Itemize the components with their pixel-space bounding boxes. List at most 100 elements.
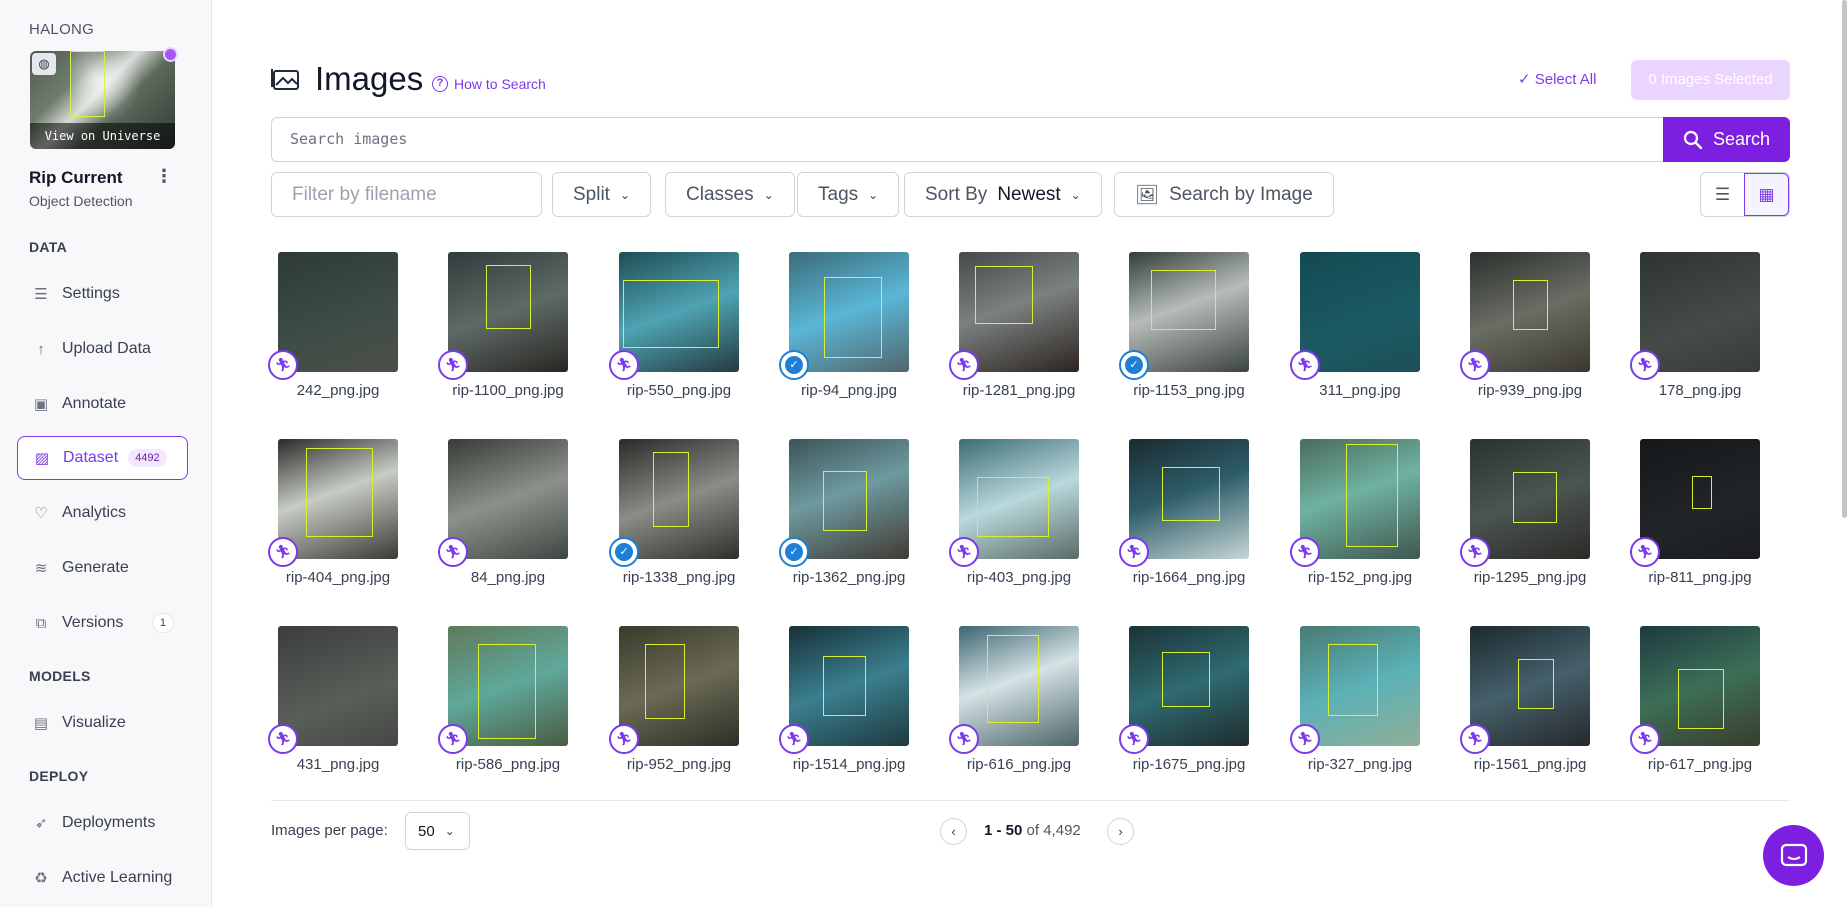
- image-tile[interactable]: 🏃︎ rip-1561_png.jpg: [1452, 626, 1602, 781]
- image-thumbnail[interactable]: [448, 252, 568, 372]
- image-thumbnail[interactable]: [1470, 439, 1590, 559]
- image-tile[interactable]: 🏃︎ rip-1100_png.jpg: [430, 252, 580, 407]
- image-tile[interactable]: 🏃︎ rip-152_png.jpg: [1282, 439, 1432, 594]
- image-thumbnail[interactable]: [789, 626, 909, 746]
- search-by-image-button[interactable]: 🖼 Search by Image: [1114, 172, 1334, 217]
- image-thumbnail[interactable]: [959, 626, 1079, 746]
- sort-dropdown[interactable]: Sort By Newest ⌄: [904, 172, 1102, 217]
- images-selected-button[interactable]: 0 Images Selected: [1631, 60, 1790, 100]
- bounding-box: [1346, 444, 1398, 547]
- sidebar-item-settings[interactable]: ☰ Settings: [17, 272, 188, 316]
- image-thumbnail[interactable]: [1300, 252, 1420, 372]
- chat-button[interactable]: [1763, 825, 1824, 886]
- more-vertical-icon[interactable]: ⋮: [155, 166, 173, 187]
- image-thumbnail[interactable]: [619, 439, 739, 559]
- image-thumbnail[interactable]: [959, 252, 1079, 372]
- image-thumbnail[interactable]: [1470, 252, 1590, 372]
- image-thumbnail[interactable]: [1640, 252, 1760, 372]
- image-tile[interactable]: 🏃︎ rip-550_png.jpg: [601, 252, 751, 407]
- sidebar-item-visualize[interactable]: ▤ Visualize: [17, 701, 188, 745]
- image-tile[interactable]: 🏃︎ rip-811_png.jpg: [1622, 439, 1772, 594]
- image-tile[interactable]: 🏃︎ 431_png.jpg: [260, 626, 410, 781]
- globe-icon[interactable]: ◍: [32, 53, 56, 75]
- image-tile[interactable]: 🏃︎ rip-939_png.jpg: [1452, 252, 1602, 407]
- sidebar-item-analytics[interactable]: ♡ Analytics: [17, 491, 188, 535]
- image-filename: rip-152_png.jpg: [1307, 569, 1413, 586]
- image-thumbnail[interactable]: [1129, 439, 1249, 559]
- image-tile[interactable]: 🏃︎ 242_png.jpg: [260, 252, 410, 407]
- active-learning-icon: ♻: [34, 870, 48, 887]
- image-tile[interactable]: 🏃︎ rip-1514_png.jpg: [771, 626, 921, 781]
- list-view-icon[interactable]: ☰: [1701, 173, 1744, 216]
- image-tile[interactable]: 🏃︎ rip-327_png.jpg: [1282, 626, 1432, 781]
- prev-page-button[interactable]: ‹: [940, 818, 967, 845]
- image-thumbnail[interactable]: [959, 439, 1079, 559]
- image-thumbnail[interactable]: [278, 252, 398, 372]
- image-tile[interactable]: ✓ rip-94_png.jpg: [771, 252, 921, 407]
- annotate-status-icon: 🏃︎: [1460, 724, 1490, 754]
- image-tile[interactable]: 🏃︎ rip-404_png.jpg: [260, 439, 410, 594]
- next-page-button[interactable]: ›: [1107, 818, 1134, 845]
- image-tile[interactable]: 🏃︎ rip-586_png.jpg: [430, 626, 580, 781]
- image-filename: 242_png.jpg: [296, 382, 380, 399]
- image-thumbnail[interactable]: [278, 439, 398, 559]
- split-dropdown[interactable]: Split ⌄: [552, 172, 652, 217]
- sidebar-item-dataset[interactable]: ▨ Dataset 4492: [17, 436, 188, 480]
- image-tile[interactable]: 🏃︎ rip-1675_png.jpg: [1111, 626, 1261, 781]
- image-tile[interactable]: ✓ rip-1153_png.jpg: [1111, 252, 1261, 407]
- sidebar-item-active-learning[interactable]: ♻ Active Learning: [17, 856, 188, 900]
- image-thumbnail[interactable]: [789, 439, 909, 559]
- sidebar-item-annotate[interactable]: ▣ Annotate: [17, 382, 188, 426]
- filename-filter-input[interactable]: Filter by filename: [271, 172, 542, 217]
- view-on-universe-link[interactable]: View on Universe: [30, 123, 175, 149]
- project-thumbnail[interactable]: ◍ View on Universe: [30, 51, 175, 149]
- sidebar-item-upload-data[interactable]: ↑ Upload Data: [17, 327, 188, 371]
- sidebar-item-generate[interactable]: ≋ Generate: [17, 546, 188, 590]
- image-thumbnail[interactable]: [1640, 626, 1760, 746]
- image-tile[interactable]: 🏃︎ rip-1281_png.jpg: [941, 252, 1091, 407]
- image-thumbnail[interactable]: [448, 626, 568, 746]
- search-button[interactable]: Search: [1663, 117, 1790, 162]
- image-filename: 311_png.jpg: [1319, 382, 1401, 399]
- image-thumbnail[interactable]: [1300, 439, 1420, 559]
- image-tile[interactable]: 🏃︎ rip-1295_png.jpg: [1452, 439, 1602, 594]
- image-thumbnail[interactable]: [1640, 439, 1760, 559]
- sidebar-item-versions[interactable]: ⧉ Versions 1: [17, 601, 188, 645]
- image-tile[interactable]: 🏃︎ rip-617_png.jpg: [1622, 626, 1772, 781]
- select-all-button[interactable]: ✓ Select All: [1518, 70, 1596, 88]
- image-tile[interactable]: 🏃︎ rip-403_png.jpg: [941, 439, 1091, 594]
- versions-count-badge: 1: [151, 613, 174, 633]
- image-tile[interactable]: ✓ rip-1362_png.jpg: [771, 439, 921, 594]
- grid-view-icon[interactable]: ▦: [1744, 173, 1789, 216]
- image-thumbnail[interactable]: [619, 626, 739, 746]
- image-thumbnail[interactable]: [1129, 252, 1249, 372]
- thumbnail-bbox: [70, 51, 105, 117]
- image-tile[interactable]: 🏃︎ rip-1664_png.jpg: [1111, 439, 1261, 594]
- image-thumbnail[interactable]: [1470, 626, 1590, 746]
- search-input[interactable]: Search images: [271, 117, 1664, 162]
- image-thumbnail[interactable]: [278, 626, 398, 746]
- image-thumbnail[interactable]: [619, 252, 739, 372]
- sidebar-item-deployments[interactable]: ➶ Deployments: [17, 801, 188, 845]
- image-thumbnail[interactable]: [1300, 626, 1420, 746]
- workspace-name[interactable]: HALONG: [29, 21, 94, 38]
- image-tile[interactable]: 🏃︎ rip-616_png.jpg: [941, 626, 1091, 781]
- image-tile[interactable]: ✓ rip-1338_png.jpg: [601, 439, 751, 594]
- per-page-label: Images per page:: [271, 822, 388, 839]
- image-tile[interactable]: 🏃︎ 84_png.jpg: [430, 439, 580, 594]
- image-tile[interactable]: 🏃︎ 178_png.jpg: [1622, 252, 1772, 407]
- classes-dropdown[interactable]: Classes ⌄: [665, 172, 795, 217]
- tags-dropdown[interactable]: Tags ⌄: [797, 172, 900, 217]
- scrollbar[interactable]: [1842, 0, 1847, 518]
- bounding-box: [653, 452, 689, 527]
- image-thumbnail[interactable]: [1129, 626, 1249, 746]
- image-thumbnail[interactable]: [448, 439, 568, 559]
- image-filename: rip-1338_png.jpg: [622, 569, 736, 586]
- image-thumbnail[interactable]: [789, 252, 909, 372]
- project-name: Rip Current: [29, 168, 123, 187]
- image-tile[interactable]: 🏃︎ 311_png.jpg: [1282, 252, 1432, 407]
- per-page-select[interactable]: 50 ⌄: [405, 812, 470, 850]
- how-to-search-link[interactable]: ? How to Search: [432, 76, 546, 92]
- sidebar-item-label: Dataset: [63, 449, 119, 466]
- image-tile[interactable]: 🏃︎ rip-952_png.jpg: [601, 626, 751, 781]
